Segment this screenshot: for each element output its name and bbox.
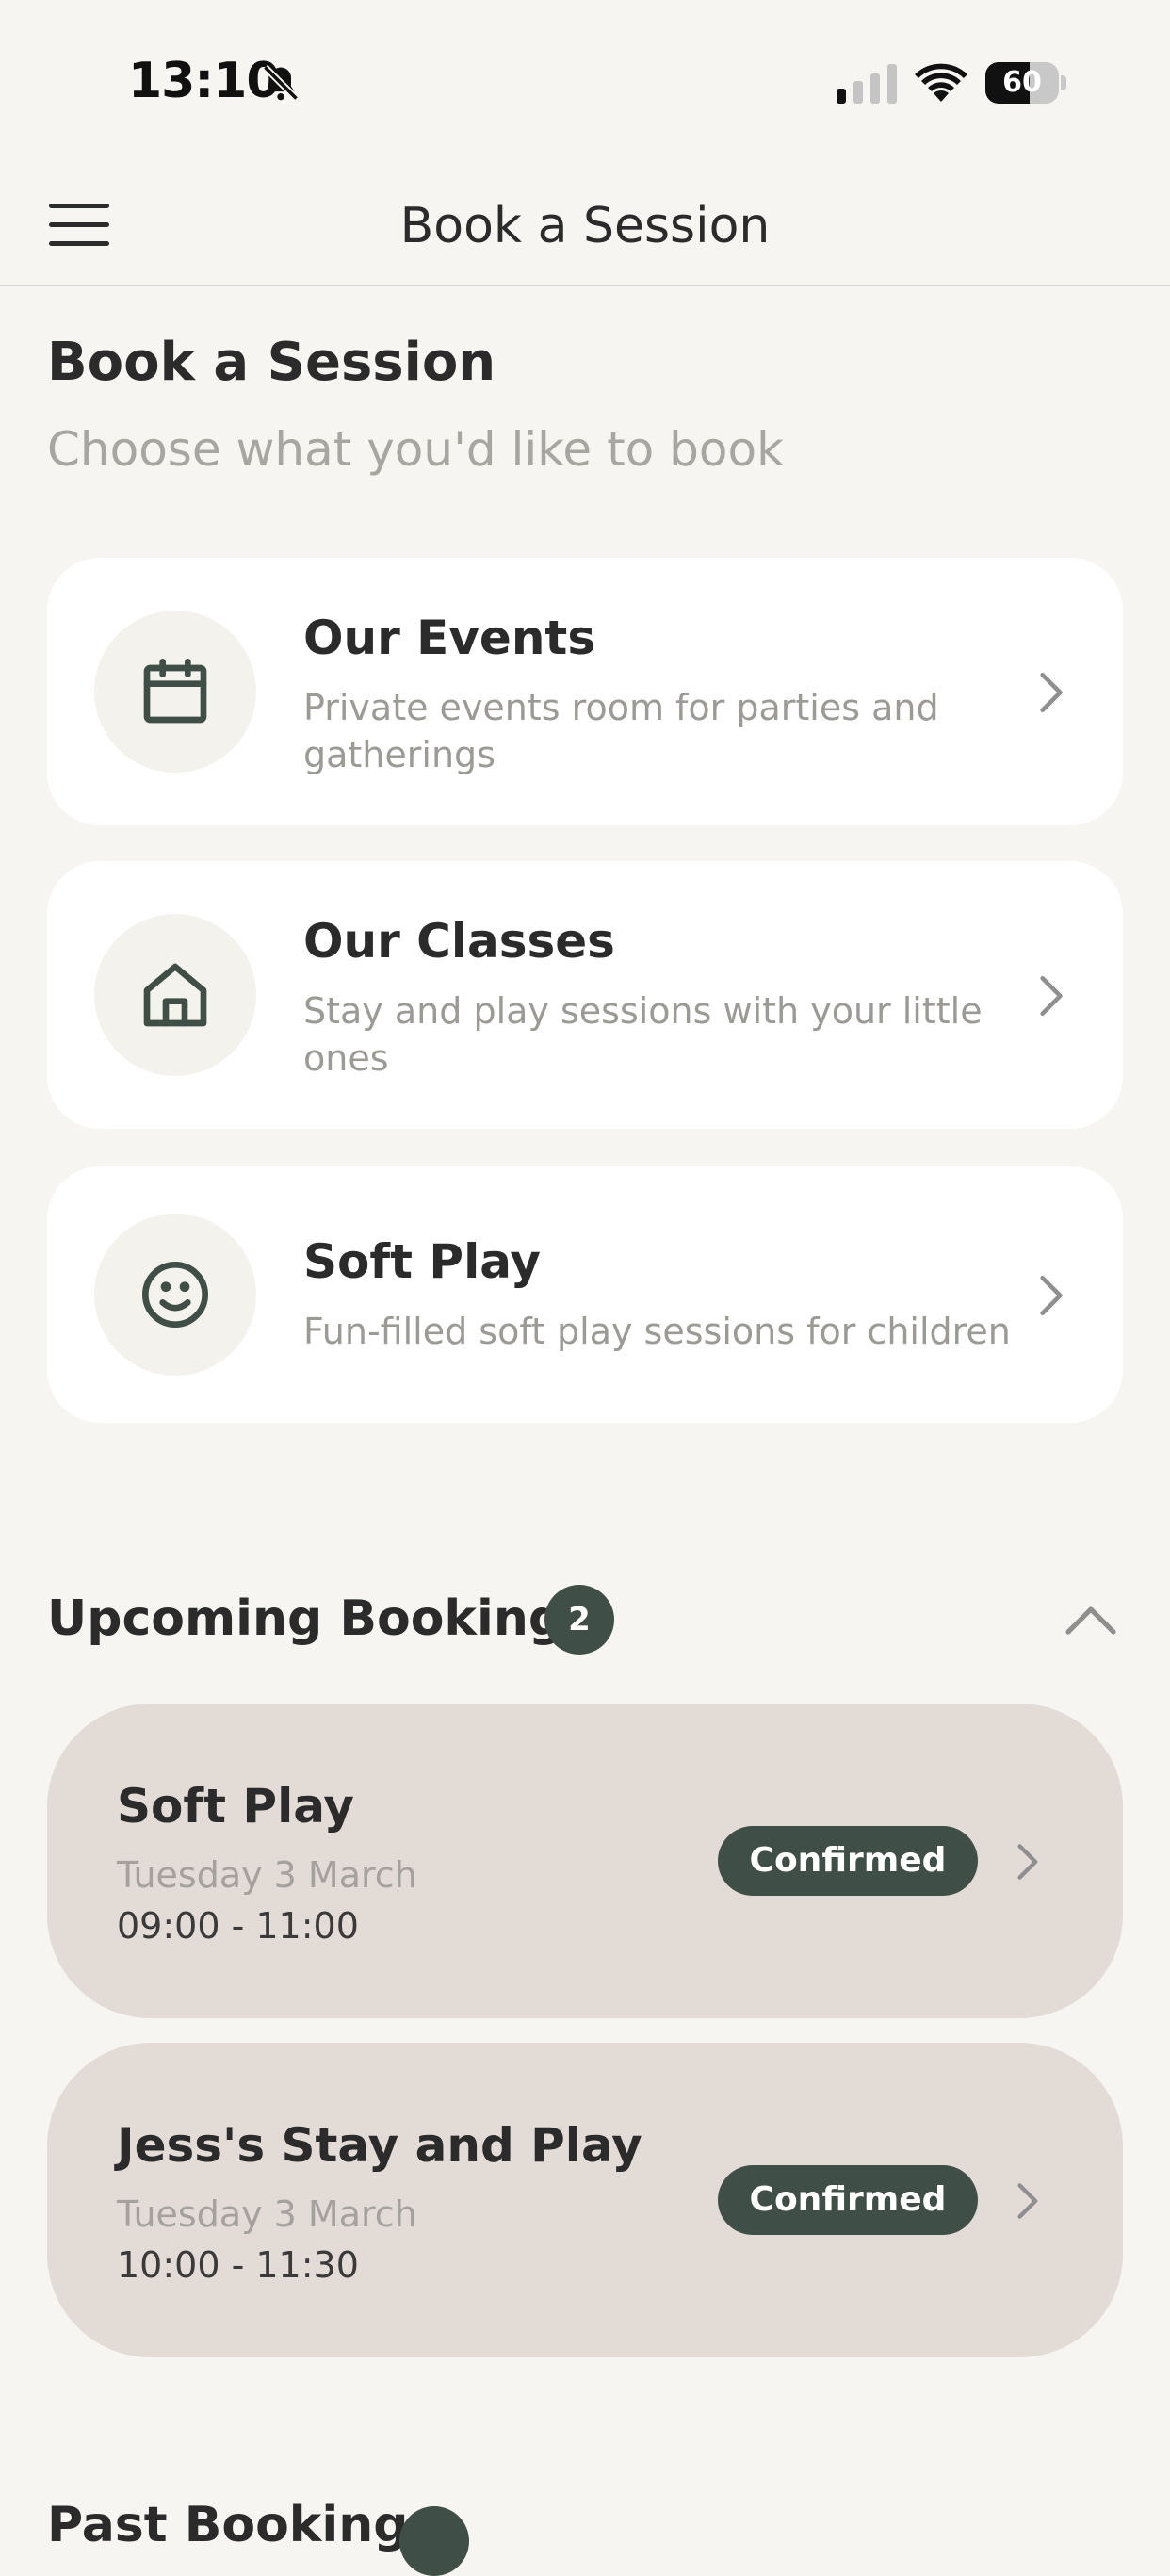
calendar-icon-circle: [94, 611, 256, 773]
booking-date: Tuesday 3 March: [117, 1854, 417, 1896]
booking-time: 09:00 - 11:00: [117, 1905, 359, 1947]
chevron-up-icon[interactable]: [1063, 1602, 1119, 1639]
status-time: 13:10: [128, 53, 281, 109]
past-bookings-title: Past Bookings: [47, 2497, 438, 2553]
option-description: Fun-filled soft play sessions for childr…: [303, 1311, 1011, 1352]
booking-title: Jess's Stay and Play: [117, 2118, 642, 2173]
booking-title: Soft Play: [117, 1779, 355, 1834]
calendar-icon: [143, 659, 207, 724]
status-badge: Confirmed: [718, 1826, 978, 1896]
option-description: Private events room for parties and gath…: [303, 687, 939, 775]
chevron-right-icon: [1040, 1275, 1063, 1316]
upcoming-bookings-title: Upcoming Bookings: [47, 1590, 593, 1647]
booking-card[interactable]: Soft Play Tuesday 3 March 09:00 - 11:00 …: [47, 1704, 1123, 2018]
option-card-classes[interactable]: Our Classes Stay and play sessions with …: [47, 861, 1123, 1129]
option-title: Soft Play: [303, 1234, 542, 1289]
option-title: Our Classes: [303, 914, 615, 969]
home-icon-circle: [94, 914, 256, 1076]
upcoming-count-badge: 2: [544, 1585, 614, 1655]
wifi-icon: [915, 63, 967, 102]
nav-bar: Book a Session: [0, 166, 1170, 286]
status-bar: 13:10 60: [0, 0, 1170, 166]
nav-title: Book a Session: [399, 198, 771, 254]
smiley-icon: [142, 1262, 208, 1328]
chevron-right-icon: [1017, 1844, 1038, 1880]
status-badge: Confirmed: [718, 2165, 978, 2235]
smiley-icon-circle: [94, 1214, 256, 1376]
chevron-right-icon: [1040, 975, 1063, 1017]
page-subtitle: Choose what you'd like to book: [47, 422, 785, 477]
home-icon: [143, 963, 207, 1027]
option-card-events[interactable]: Our Events Private events room for parti…: [47, 558, 1123, 825]
chevron-right-icon: [1040, 672, 1063, 713]
option-description: Stay and play sessions with your little …: [303, 990, 983, 1079]
booking-card[interactable]: Jess's Stay and Play Tuesday 3 March 10:…: [47, 2043, 1123, 2357]
battery-level: 60: [1002, 66, 1042, 99]
signal-icon: [837, 64, 897, 104]
option-card-soft-play[interactable]: Soft Play Fun-filled soft play sessions …: [47, 1166, 1123, 1423]
bell-slash-icon: [262, 64, 300, 102]
chevron-right-icon: [1017, 2183, 1038, 2219]
past-count-badge: [399, 2506, 469, 2576]
page-title: Book a Session: [47, 332, 496, 393]
option-title: Our Events: [303, 611, 596, 665]
booking-date: Tuesday 3 March: [117, 2193, 417, 2235]
booking-time: 10:00 - 11:30: [117, 2244, 359, 2286]
battery-icon: 60: [985, 62, 1066, 104]
